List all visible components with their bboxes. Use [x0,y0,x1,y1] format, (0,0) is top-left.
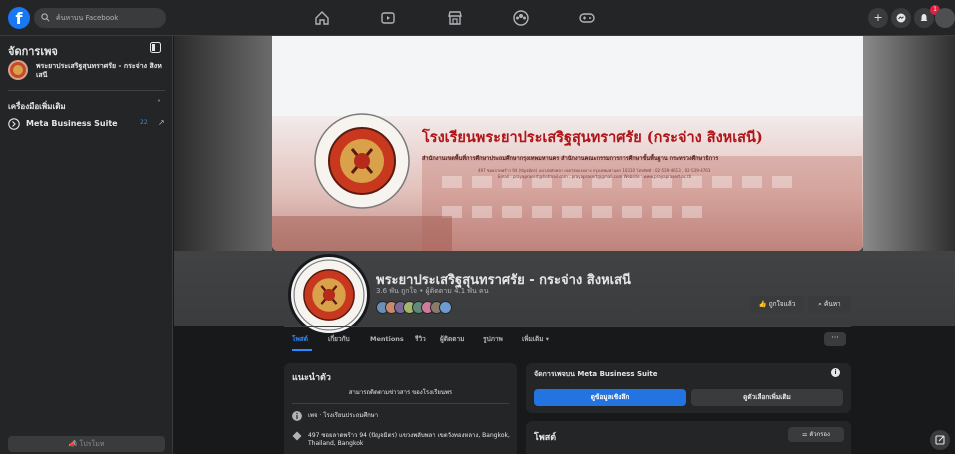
watch-icon[interactable] [379,9,397,27]
bell-icon [920,14,928,21]
tab-photos[interactable]: รูปภาพ [483,332,503,352]
filter-label: ตัวกรอง [809,431,830,438]
location-icon [292,431,302,441]
search-placeholder: ค้นหาบน Facebook [56,14,119,22]
intro-bio: สามารถติดตามข่าวสาร ของโรงเรียนพร [348,389,453,396]
facebook-logo[interactable]: f [8,7,30,29]
search-input[interactable]: ค้นหาบน Facebook [34,8,166,28]
more-options-button[interactable]: ··· [824,332,846,346]
avatar[interactable] [439,301,452,314]
posts-card: โพสต์ ⚌ ตัวกรอง [526,421,851,454]
intro-address-row: 497 ซอยลาดพร้าว 94 (ปัญจมิตร) แขวงพลับพล… [292,431,512,451]
active-tab-indicator [292,349,312,351]
filter-button[interactable]: ⚌ ตัวกรอง [788,427,844,442]
page-tabs: โพสต์ เกี่ยวกับ Mentions รีวิว ผู้ติดตาม… [284,332,851,352]
info-icon [292,411,302,421]
thumbs-up-icon: 👍 [758,300,769,308]
divider [8,90,165,91]
intro-address: 497 ซอยลาดพร้าว 94 (ปัญจมิตร) แขวงพลับพล… [308,432,510,447]
search-icon [41,13,50,22]
manage-page-sidebar: จัดการเพจ พระยาประเสริฐสุนทราศรัย - กระจ… [0,36,173,454]
collapse-sidebar-icon[interactable] [150,42,161,53]
meta-business-suite-icon [8,118,20,130]
external-link-icon: ↗ [158,118,165,127]
new-message-button[interactable] [930,430,950,450]
compose-icon [935,435,945,445]
cover-blur-right [863,36,955,251]
tab-label: โพสต์ [292,335,308,343]
view-insights-button[interactable]: ดูข้อมูลเชิงลึก [534,389,686,406]
intro-category-row: เพจ · โรงเรียนประถมศึกษา [292,411,512,423]
page-search-button[interactable]: ⌕ ค้นหา [808,296,851,313]
mbs-card-title: จัดการเพจบน Meta Business Suite [534,370,658,378]
tab-about[interactable]: เกี่ยวกับ [328,332,350,352]
intro-title: แนะนำตัว [292,373,331,383]
gaming-icon[interactable] [578,9,596,27]
cover-blur-left [174,36,272,251]
create-button[interactable]: + [868,8,888,28]
notification-count: 22 [140,119,148,126]
sidebar-item-meta-business-suite[interactable]: Meta Business Suite 22 ↗ [8,118,168,132]
liked-label: ถูกใจแล้ว [768,300,796,308]
info-icon[interactable]: i [831,368,840,377]
page-profile-picture[interactable] [288,254,370,336]
promote-label: โปรโมท [79,440,105,448]
home-icon[interactable] [313,9,331,27]
liked-button[interactable]: 👍 ถูกใจแล้ว [750,296,804,313]
school-emblem-logo [314,113,410,209]
groups-icon[interactable] [512,9,530,27]
tab-more[interactable]: เพิ่มเติม ▾ [522,332,549,352]
more-options-button[interactable]: ดูตัวเลือกเพิ่มเติม [691,389,843,406]
cover-subtitle: สำนักงานเขตพื้นที่การศึกษาประถมศึกษากรุง… [422,156,719,162]
page-avatar [8,60,28,80]
posts-title: โพสต์ [534,433,557,443]
meta-business-suite-card: จัดการเพจบน Meta Business Suite i ดูข้อม… [526,363,851,413]
cover-address: 497 ซอยลาดพร้าว 94 (ปัญจมิตร) แขวงพลับพล… [478,168,711,173]
cover-contact: Email : prayaprasert@hotmail.com , praya… [498,174,692,179]
cover-school-title: โรงเรียนพระยาประเสริฐสุนทราศรัย (กระจ่าง… [422,129,763,146]
marketplace-icon[interactable] [446,9,464,27]
sidebar-title: จัดการเพจ [8,45,58,58]
messenger-button[interactable] [891,8,911,28]
messenger-icon [896,13,906,23]
intro-card: แนะนำตัว สามารถติดตามข่าวสาร ของโรงเรียน… [284,363,517,454]
top-navigation-bar: f ค้นหาบน Facebook + 1 [0,0,955,36]
sidebar-page-item[interactable]: พระยาประเสริฐสุนทราศรัย - กระจ่าง สิงหเส… [8,60,168,84]
cover-photo[interactable]: โรงเรียนพระยาประเสริฐสุนทราศรัย (กระจ่าง… [272,36,863,251]
megaphone-icon: 📣 [68,440,80,448]
divider [284,326,851,327]
tab-reviews[interactable]: รีวิว [415,332,426,352]
tools-section-title: เครื่องมือเพิ่มเติม [8,102,66,111]
page-main-content: โรงเรียนพระยาประเสริฐสุนทราศรัย (กระจ่าง… [174,36,955,454]
intro-category: เพจ · โรงเรียนประถมศึกษา [308,412,379,419]
promote-button[interactable]: 📣 โปรโมท [8,436,165,452]
sidebar-page-name: พระยาประเสริฐสุนทราศรัย - กระจ่าง สิงหเส… [36,62,162,79]
tab-followers[interactable]: ผู้ติดตาม [440,332,464,352]
search-label: ค้นหา [823,300,841,308]
chevron-up-icon[interactable]: ˄ [157,99,161,108]
tab-posts[interactable]: โพสต์ [292,332,312,352]
divider [292,403,509,404]
page-stats[interactable]: 3.6 พัน ถูกใจ • ผู้ติดตาม 4.1 พัน คน [376,286,489,297]
account-avatar[interactable] [935,8,955,28]
sidebar-item-label: Meta Business Suite [26,119,118,128]
tab-mentions[interactable]: Mentions [370,332,404,352]
